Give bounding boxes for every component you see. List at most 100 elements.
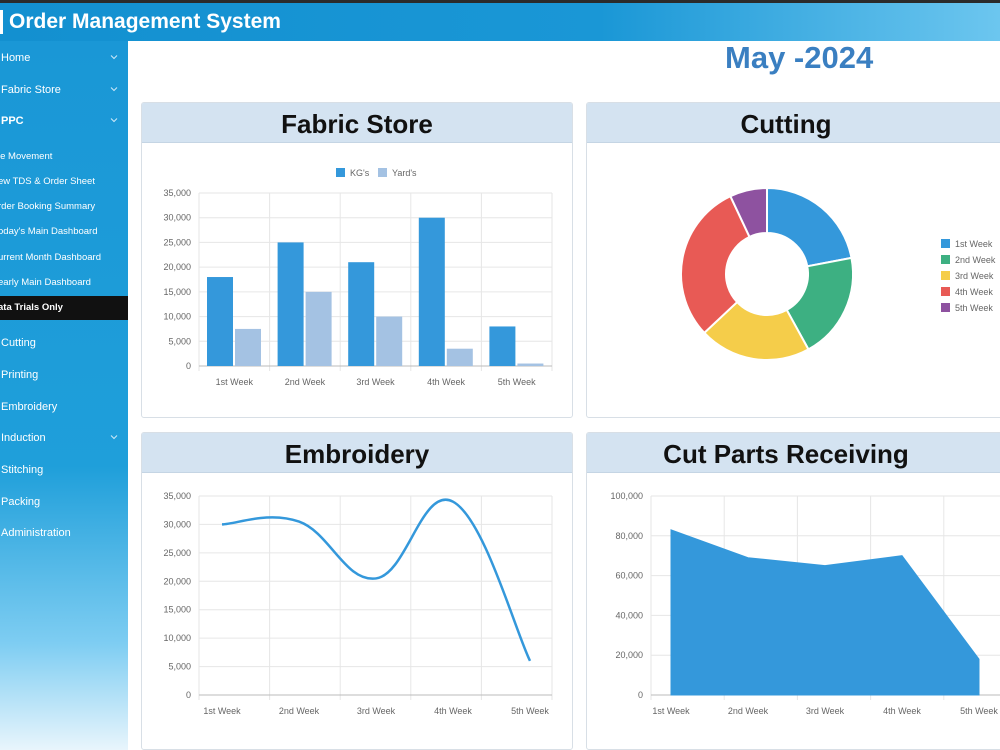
x-tick-label: 4th Week bbox=[883, 706, 921, 716]
sidebar-item-cutting[interactable]: Cutting bbox=[0, 329, 128, 357]
legend-label: Yard's bbox=[392, 168, 417, 178]
bar bbox=[418, 217, 445, 366]
x-tick-label: 2nd Week bbox=[285, 377, 326, 387]
sidebar-item-embroidery[interactable]: Embroidery bbox=[0, 393, 128, 421]
sidebar-item-label: early Main Dashboard bbox=[0, 277, 91, 288]
legend-label: 4th Week bbox=[955, 287, 993, 297]
sidebar-item-printing[interactable]: Printing bbox=[0, 361, 128, 389]
sidebar-item-label: Printing bbox=[1, 369, 39, 381]
bar bbox=[376, 316, 403, 366]
y-tick-label: 20,000 bbox=[163, 262, 191, 272]
series-line bbox=[221, 498, 532, 662]
sidebar-item-label: Packing bbox=[1, 496, 41, 508]
sidebar-subitem-oday-s-main-dashboard[interactable]: oday's Main Dashboard bbox=[0, 220, 128, 244]
sidebar-item-label: urrent Month Dashboard bbox=[0, 251, 101, 263]
sidebar-item-label: le Movement bbox=[0, 150, 53, 162]
sidebar-item-administration[interactable]: Administration bbox=[0, 519, 128, 547]
chevron-down-icon bbox=[110, 55, 118, 60]
sidebar-item-label: oday's Main Dashboard bbox=[0, 226, 98, 238]
bar bbox=[235, 328, 261, 366]
y-tick-label: 80,000 bbox=[615, 531, 643, 541]
bar bbox=[305, 291, 332, 366]
sidebar-item-stitching[interactable]: Stitching bbox=[0, 456, 128, 484]
sidebar-item-label: Embroidery bbox=[1, 401, 58, 413]
sidebar-item-packing[interactable]: Packing bbox=[0, 488, 128, 516]
embroidery-chart: 0 5,000 10,000 15,000 20,000 25,000 30,000 35,0… bbox=[163, 491, 553, 716]
sidebar-item-label: PPC bbox=[1, 115, 24, 127]
chevron-down-icon bbox=[110, 118, 118, 123]
card-title: Fabric Store bbox=[142, 103, 572, 143]
y-tick-label: 0 bbox=[186, 361, 191, 371]
legend-label: KG's bbox=[350, 168, 370, 178]
fabric-store-chart: 0 5,000 10,000 15,000 20,000 25,000 30,000 35,0… bbox=[163, 168, 553, 387]
legend-swatch bbox=[378, 168, 387, 177]
x-tick-label: 3rd Week bbox=[357, 706, 396, 716]
x-tick-label: 4th Week bbox=[434, 706, 472, 716]
x-tick-label: 5th Week bbox=[511, 706, 549, 716]
y-tick-label: 25,000 bbox=[163, 237, 191, 247]
pie-slice bbox=[766, 186, 853, 268]
sidebar-subitem-rder-booking-summary[interactable]: rder Booking Summary bbox=[0, 195, 128, 219]
legend-swatch bbox=[941, 255, 950, 264]
sidebar-item-label: Administration bbox=[1, 527, 71, 539]
sidebar-item-home[interactable]: Home bbox=[0, 44, 128, 72]
x-tick-label: 3rd Week bbox=[356, 377, 395, 387]
sidebar-item-label: Induction bbox=[1, 432, 46, 444]
sidebar-subitem-urrent-month-dashboard[interactable]: urrent Month Dashboard bbox=[0, 245, 128, 269]
app-title: Order Management System bbox=[9, 10, 281, 33]
legend-swatch bbox=[941, 287, 950, 296]
x-tick-label: 3rd Week bbox=[806, 706, 845, 716]
sidebar-subitem-ew-tds-order-sheet[interactable]: ew TDS & Order Sheet bbox=[0, 169, 128, 193]
x-tick-label: 2nd Week bbox=[279, 706, 320, 716]
cut-parts-card: Cut Parts Receiving 0 20,000 40,000 60,000 8… bbox=[586, 432, 1000, 750]
sidebar-item-induction[interactable]: Induction bbox=[0, 424, 128, 452]
sidebar-item-fabric-store[interactable]: Fabric Store bbox=[0, 76, 128, 104]
y-tick-label: 100,000 bbox=[610, 491, 643, 501]
y-tick-label: 20,000 bbox=[615, 650, 643, 660]
card-title: Embroidery bbox=[142, 433, 572, 473]
app-header: Order Management System bbox=[0, 3, 1000, 41]
sidebar-item-label: ew TDS & Order Sheet bbox=[0, 175, 95, 187]
bar bbox=[348, 262, 375, 366]
cutting-chart: 1st Week 2nd Week 3rd Week 4th Week 5th Week bbox=[680, 186, 996, 361]
y-tick-label: 35,000 bbox=[163, 188, 191, 198]
card-title: Cutting bbox=[587, 103, 1000, 143]
legend-label: 5th Week bbox=[955, 303, 993, 313]
x-tick-label: 1st Week bbox=[216, 377, 254, 387]
sidebar-subitem-early-main-dashboard[interactable]: early Main Dashboard bbox=[0, 271, 128, 295]
y-tick-label: 25,000 bbox=[163, 548, 191, 558]
y-tick-label: 5,000 bbox=[168, 336, 191, 346]
sidebar-item-label: rder Booking Summary bbox=[0, 201, 96, 213]
sidebar-item-ppc[interactable]: PPC bbox=[0, 107, 128, 135]
legend-swatch bbox=[941, 239, 950, 248]
y-tick-label: 60,000 bbox=[615, 571, 643, 581]
x-tick-label: 4th Week bbox=[427, 377, 465, 387]
y-tick-label: 5,000 bbox=[168, 662, 191, 672]
y-tick-label: 35,000 bbox=[163, 491, 191, 501]
x-tick-label: 1st Week bbox=[652, 706, 690, 716]
y-tick-label: 15,000 bbox=[163, 605, 191, 615]
sidebar-item-label: Stitching bbox=[1, 464, 44, 476]
fabric-store-card: Fabric Store 0 5,000 10,000 15,000 20,000 25,… bbox=[141, 102, 573, 418]
x-tick-label: 2nd Week bbox=[728, 706, 769, 716]
legend-label: 3rd Week bbox=[955, 271, 994, 281]
legend-swatch bbox=[336, 168, 345, 177]
y-tick-label: 0 bbox=[186, 690, 191, 700]
card-title: Cut Parts Receiving bbox=[587, 433, 1000, 473]
sidebar-item-label: Cutting bbox=[1, 337, 36, 349]
sidebar-subitem-ata-trials-only[interactable]: ata Trials Only bbox=[0, 295, 128, 320]
series-area bbox=[670, 529, 980, 696]
legend-swatch bbox=[941, 271, 950, 280]
sidebar-item-label: Home bbox=[1, 52, 31, 64]
y-tick-label: 40,000 bbox=[615, 610, 643, 620]
y-tick-label: 10,000 bbox=[163, 633, 191, 643]
chevron-down-icon bbox=[110, 435, 118, 440]
y-tick-label: 20,000 bbox=[163, 576, 191, 586]
y-tick-label: 30,000 bbox=[163, 213, 191, 223]
chevron-down-icon bbox=[110, 87, 118, 92]
legend-label: 1st Week bbox=[955, 239, 993, 249]
y-tick-label: 30,000 bbox=[163, 519, 191, 529]
legend-label: 2nd Week bbox=[955, 255, 996, 265]
sidebar-subitem-le-movement[interactable]: le Movement bbox=[0, 144, 128, 168]
sidebar-item-label: ata Trials Only bbox=[0, 302, 63, 314]
